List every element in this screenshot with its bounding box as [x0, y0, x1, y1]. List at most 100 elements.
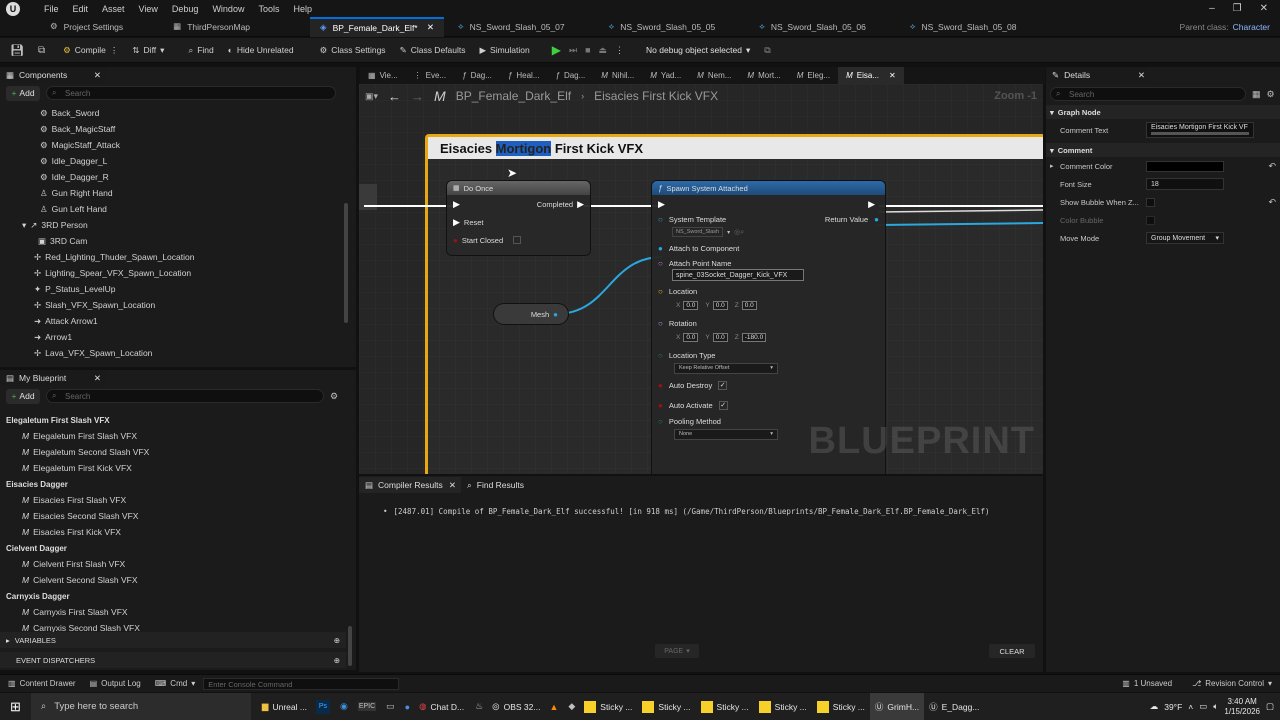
notifications-icon[interactable]: ▢: [1266, 701, 1274, 712]
clear-button[interactable]: CLEAR: [989, 644, 1035, 658]
tab-ns-sword-slash-07[interactable]: ⟡ NS_Sword_Slash_05_07: [448, 17, 575, 37]
reset-icon[interactable]: ↶: [1268, 197, 1276, 208]
tree-item[interactable]: ♙ Gun Left Hand: [0, 201, 356, 217]
skip-icon[interactable]: ⏭: [569, 45, 577, 56]
close-panel-icon[interactable]: ✕: [94, 373, 101, 384]
add-component-button[interactable]: + Add: [6, 85, 40, 101]
my-blueprint-tab[interactable]: ▤ My Blueprint ✕: [0, 370, 106, 386]
tree-item[interactable]: ⚙ Idle_Dagger_R: [0, 169, 356, 185]
exec-out-pin[interactable]: ▶: [577, 199, 584, 210]
exec-in-pin[interactable]: ▶: [453, 217, 460, 228]
chevron-right-icon[interactable]: ▸: [1050, 162, 1060, 170]
category-header[interactable]: Cielvent Dagger: [0, 540, 356, 556]
class-settings-button[interactable]: ⚙ Class Settings: [320, 45, 386, 56]
content-drawer-button[interactable]: ▥ Content Drawer: [8, 679, 76, 688]
menu-tools[interactable]: Tools: [258, 4, 279, 14]
unreal-logo-icon[interactable]: U: [6, 1, 20, 16]
location-y-input[interactable]: 0.0: [712, 300, 728, 310]
menu-help[interactable]: Help: [293, 4, 312, 14]
debug-object-select[interactable]: No debug object selected ▾: [646, 45, 750, 56]
tree-item[interactable]: ✢ Red_Lighting_Thuder_Spawn_Location: [0, 249, 356, 265]
tab-bp-female-dark-elf[interactable]: ◈ BP_Female_Dark_Elf* ✕: [310, 16, 445, 37]
reset-icon[interactable]: ↶: [1268, 161, 1276, 172]
tree-item[interactable]: ✢ Slash_VFX_Spawn_Location: [0, 297, 356, 313]
revision-control-button[interactable]: ⎇ Revision Control ▾: [1192, 679, 1272, 688]
variables-section[interactable]: ▸ VARIABLES ⊕: [0, 632, 346, 648]
list-item[interactable]: M Eisacies First Kick VFX: [0, 524, 356, 540]
category-header[interactable]: Eisacies Dagger: [0, 476, 356, 492]
list-item[interactable]: M Elegaletum First Slash VFX: [0, 428, 356, 444]
list-item[interactable]: M Cielvent Second Slash VFX: [0, 572, 356, 588]
table-view-icon[interactable]: ▦: [1252, 89, 1261, 100]
diff-button[interactable]: ⇅ Diff ▾: [132, 45, 164, 56]
tab-ns-sword-slash-05[interactable]: ⟡ NS_Sword_Slash_05_05: [599, 17, 726, 37]
browse-icon[interactable]: ⧉: [38, 45, 45, 56]
list-item[interactable]: M Elegaletum First Kick VFX: [0, 460, 356, 476]
taskbar-app[interactable]: Sticky ...: [812, 693, 870, 720]
graph-tab-function[interactable]: ƒ Dag...: [547, 67, 593, 84]
hide-unrelated-button[interactable]: ◐ Hide Unrelated: [228, 45, 294, 55]
category-header[interactable]: Elegaletum First Slash VFX: [0, 412, 356, 428]
compiler-results-tab[interactable]: ▤ Compiler Results ✕: [359, 477, 461, 493]
graph-editor[interactable]: ▣▾ ← → M BP_Female_Dark_Elf › Eisacies F…: [359, 84, 1043, 474]
exec-in-pin[interactable]: ▶: [453, 199, 460, 210]
list-item[interactable]: M Eisacies Second Slash VFX: [0, 508, 356, 524]
graph-tab-active[interactable]: M Eisa... ✕: [838, 67, 904, 84]
gear-icon[interactable]: ⚙: [330, 391, 338, 402]
browse-asset-icon[interactable]: ◎⌕: [734, 228, 744, 237]
tree-item[interactable]: ▣ 3RD Cam: [0, 233, 356, 249]
location-z-input[interactable]: 0.0: [741, 300, 757, 310]
graph-tab-macro[interactable]: M Eleg...: [789, 67, 838, 84]
app-icon[interactable]: ◆: [568, 701, 575, 712]
add-dispatcher-icon[interactable]: ⊕: [334, 656, 340, 665]
tab-ns-sword-slash-06[interactable]: ⟡ NS_Sword_Slash_05_06: [749, 17, 876, 37]
close-window-icon[interactable]: ✕: [1260, 3, 1268, 14]
blueprint-search-input[interactable]: ⌕ Search: [46, 389, 324, 403]
checkbox[interactable]: [513, 236, 522, 244]
more-icon[interactable]: ⋮: [615, 45, 624, 56]
object-pin[interactable]: ●: [658, 244, 663, 253]
tree-item[interactable]: ➜ Attack Arrow1: [0, 313, 356, 329]
graph-tab-event[interactable]: ⋮ Eve...: [406, 67, 454, 84]
photoshop-icon[interactable]: Ps: [315, 699, 330, 714]
taskbar-app[interactable]: ◍ Chat D...: [414, 693, 469, 720]
class-defaults-button[interactable]: ✎ Class Defaults: [400, 45, 466, 56]
minimize-icon[interactable]: –: [1209, 3, 1215, 14]
tab-project-settings[interactable]: ⚙ Project Settings: [40, 17, 133, 37]
taskbar-app[interactable]: Ⓤ GrimH...: [869, 693, 925, 720]
exec-out-pin[interactable]: ▶: [868, 199, 875, 210]
add-variable-icon[interactable]: ⊕: [334, 636, 340, 645]
vlc-icon[interactable]: ▲: [549, 702, 558, 712]
close-panel-icon[interactable]: ✕: [94, 70, 101, 81]
parent-class-link[interactable]: Character: [1233, 22, 1270, 32]
tree-item[interactable]: ♙ Gun Right Hand: [0, 185, 356, 201]
components-search-input[interactable]: ⌕ Search: [46, 86, 336, 100]
taskbar-app[interactable]: Sticky ...: [637, 693, 695, 720]
enum-pin[interactable]: ○: [658, 351, 663, 360]
components-scrollbar[interactable]: [344, 203, 348, 323]
list-item[interactable]: M Elegaletum Second Slash VFX: [0, 444, 356, 460]
tree-item[interactable]: ⚙ Back_Sword: [0, 105, 356, 121]
tree-item[interactable]: ✦ P_Status_LevelUp: [0, 281, 356, 297]
asset-picker[interactable]: NS_Sword_Slash: [672, 227, 724, 237]
tray-chevron-icon[interactable]: ˄: [1188, 702, 1193, 712]
play-icon[interactable]: ▶: [552, 43, 561, 57]
object-pin[interactable]: ●: [553, 310, 558, 319]
taskbar-app[interactable]: ▆ Unreal ...: [257, 693, 312, 720]
tree-item[interactable]: ✢ Lava_VFX_Spawn_Location: [0, 345, 356, 361]
tree-item[interactable]: ➜ Arrow1: [0, 329, 356, 345]
graph-node-section[interactable]: ▾ Graph Node: [1046, 105, 1280, 119]
tab-ns-sword-slash-08[interactable]: ⟡ NS_Sword_Slash_05_08: [900, 17, 1027, 37]
menu-edit[interactable]: Edit: [73, 4, 89, 14]
name-pin[interactable]: ○: [658, 259, 663, 268]
output-log-button[interactable]: ▤ Output Log: [90, 679, 141, 688]
menu-debug[interactable]: Debug: [172, 4, 199, 14]
tree-item[interactable]: ✢ Lighting_Spear_VFX_Spawn_Location: [0, 265, 356, 281]
network-icon[interactable]: ▭: [1199, 701, 1207, 712]
do-once-node[interactable]: ▦ Do Once ▶ Completed ▶ ▶ Reset ● Start C…: [447, 181, 590, 255]
comment-color-swatch[interactable]: [1146, 160, 1224, 172]
taskbar-app[interactable]: ◎ OBS 32...: [487, 693, 545, 720]
app-icon[interactable]: ◉: [340, 701, 348, 712]
clock[interactable]: 3:40 AM 1/15/2026: [1224, 697, 1260, 717]
auto-activate-checkbox[interactable]: ✓: [718, 400, 728, 410]
